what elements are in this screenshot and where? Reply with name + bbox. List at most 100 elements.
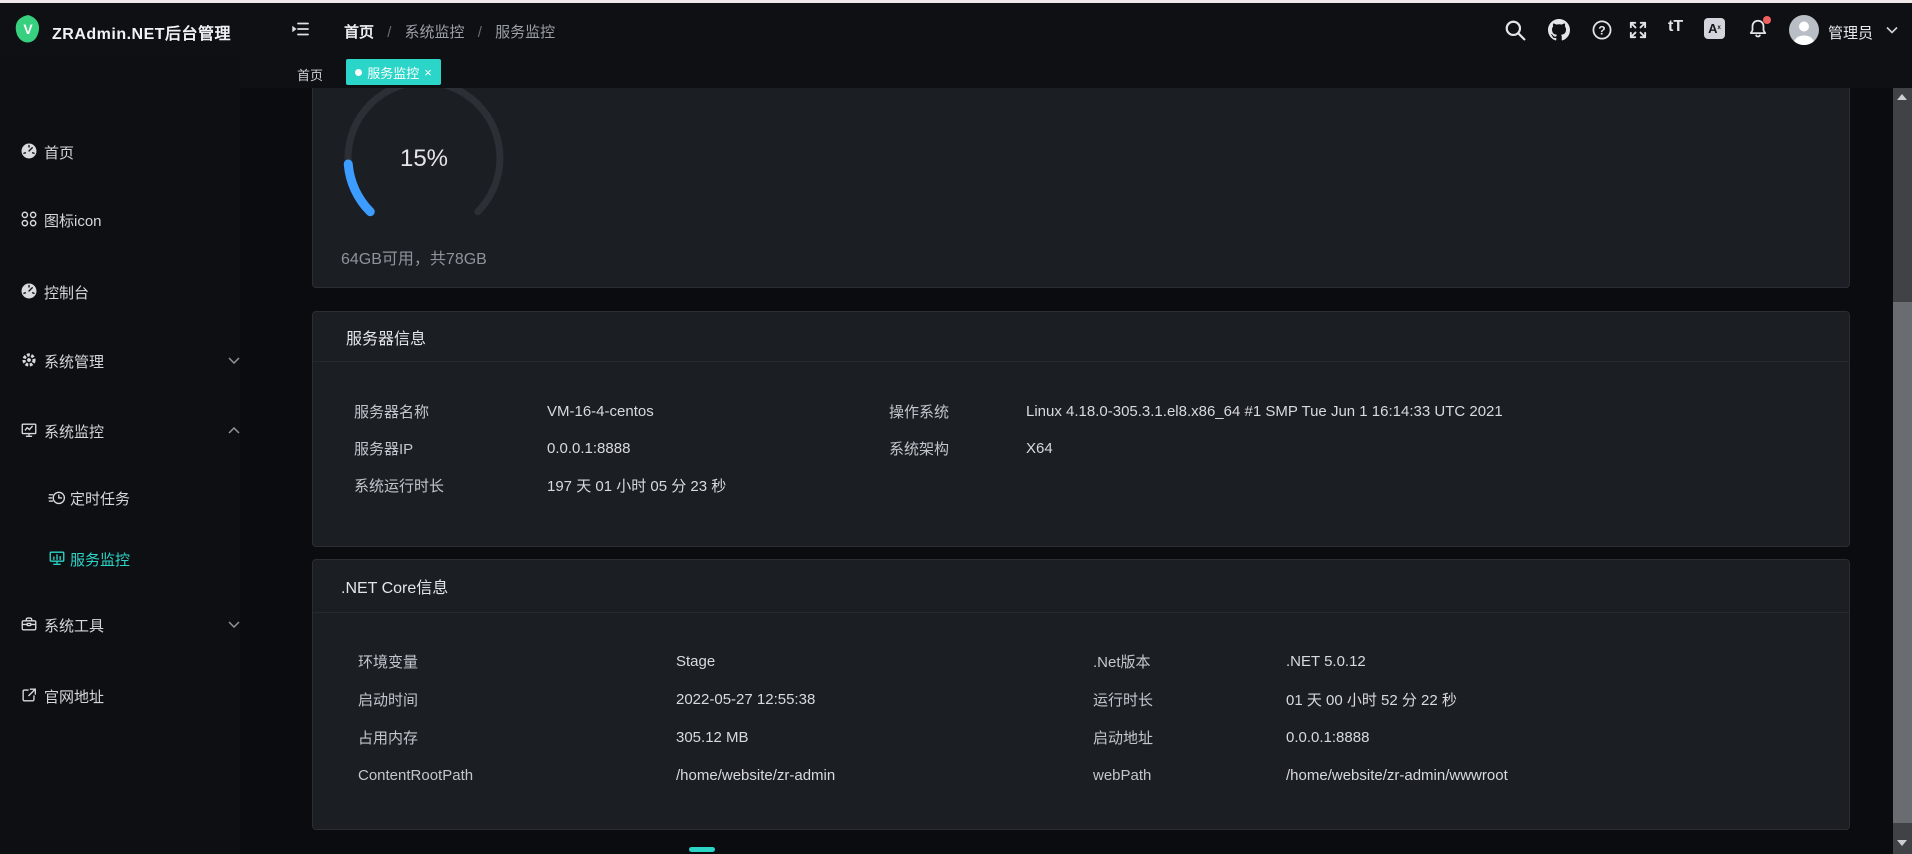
server-info-card: 服务器信息 服务器名称 VM-16-4-centos 操作系统 Linux 4.… bbox=[312, 311, 1850, 547]
field-value: X64 bbox=[1026, 440, 1839, 457]
svg-text:?: ? bbox=[1598, 23, 1605, 37]
breadcrumb-separator: / bbox=[478, 24, 482, 41]
server-info-table: 服务器名称 VM-16-4-centos 操作系统 Linux 4.18.0-3… bbox=[313, 362, 1849, 504]
breadcrumb: 首页 / 系统监控 / 服务监控 bbox=[344, 21, 555, 42]
breadcrumb-system-monitor[interactable]: 系统监控 bbox=[405, 24, 465, 41]
sidebar-item-label: 定时任务 bbox=[70, 488, 130, 509]
chevron-down-icon[interactable] bbox=[1886, 26, 1898, 34]
chevron-down-icon bbox=[228, 357, 240, 364]
sidebar-item-label: 控制台 bbox=[44, 282, 89, 303]
field-label: 操作系统 bbox=[889, 401, 1026, 422]
field-label: 启动时间 bbox=[358, 689, 676, 710]
scroll-down-arrow-icon[interactable] bbox=[1897, 840, 1907, 846]
avatar[interactable] bbox=[1789, 15, 1819, 45]
tab-service-monitor[interactable]: 服务监控 × bbox=[346, 59, 441, 85]
github-icon[interactable] bbox=[1548, 19, 1570, 41]
monitor-chart-icon bbox=[20, 421, 38, 439]
sidebar-item-label: 官网地址 bbox=[44, 686, 104, 707]
sidebar-item-system-manage[interactable]: 系统管理 bbox=[0, 345, 240, 375]
field-value: 0.0.0.1:8888 bbox=[1286, 729, 1839, 746]
notification-badge bbox=[1763, 16, 1771, 24]
field-value: 2022-05-27 12:55:38 bbox=[676, 691, 1093, 708]
tab-home[interactable]: 首页 bbox=[297, 65, 323, 84]
toolbox-icon bbox=[20, 615, 38, 633]
sidebar-item-label: 图标icon bbox=[44, 210, 102, 231]
sidebar-item-console[interactable]: 控制台 bbox=[0, 276, 240, 306]
field-value: Stage bbox=[676, 653, 1093, 670]
translate-icon[interactable]: A bbox=[1704, 18, 1725, 39]
tab-close-icon[interactable]: × bbox=[424, 66, 432, 79]
app-title: ZRAdmin.NET后台管理 bbox=[52, 20, 231, 44]
breadcrumb-separator: / bbox=[387, 24, 391, 41]
field-label: 启动地址 bbox=[1093, 727, 1286, 748]
field-value: 01 天 00 小时 52 分 22 秒 bbox=[1286, 689, 1839, 710]
breadcrumb-service-monitor: 服务监控 bbox=[495, 24, 555, 41]
sidebar-item-official-site[interactable]: 官网地址 bbox=[0, 680, 240, 710]
dotnet-info-table: 环境变量 Stage .Net版本 .NET 5.0.12 启动时间 2022-… bbox=[313, 613, 1849, 794]
sidebar-item-label: 系统工具 bbox=[44, 615, 104, 636]
disk-gauge-card: 15% 64GB可用，共78GB bbox=[312, 88, 1850, 288]
field-label: .Net版本 bbox=[1093, 651, 1286, 672]
field-label: 环境变量 bbox=[358, 651, 676, 672]
field-label: 服务器IP bbox=[354, 438, 547, 459]
field-label: ContentRootPath bbox=[358, 767, 676, 784]
logo-letter: V bbox=[12, 13, 44, 45]
field-value: .NET 5.0.12 bbox=[1286, 653, 1839, 670]
font-size-icon[interactable]: tT bbox=[1668, 18, 1683, 36]
field-value: Linux 4.18.0-305.3.1.el8.x86_64 #1 SMP T… bbox=[1026, 403, 1839, 420]
disk-caption: 64GB可用，共78GB bbox=[341, 245, 487, 269]
sidebar-item-label: 服务监控 bbox=[70, 549, 130, 570]
sidebar: 首页 图标icon 控制台 系统管理 bbox=[0, 55, 240, 854]
server-monitor-icon bbox=[48, 549, 66, 567]
field-value: /home/website/zr-admin/wwwroot bbox=[1286, 767, 1839, 784]
active-tab-dot bbox=[355, 69, 362, 76]
field-label: 占用内存 bbox=[358, 727, 676, 748]
person-icon bbox=[1789, 15, 1819, 45]
dotnet-info-card: .NET Core信息 环境变量 Stage .Net版本 .NET 5.0.1… bbox=[312, 559, 1850, 830]
tags-view-bar: 首页 服务监控 × bbox=[240, 55, 1912, 88]
breadcrumb-home[interactable]: 首页 bbox=[344, 24, 374, 41]
timer-icon bbox=[48, 488, 66, 506]
gear-icon bbox=[20, 351, 38, 369]
scroll-up-arrow-icon[interactable] bbox=[1897, 94, 1907, 100]
field-value: 197 天 01 小时 05 分 23 秒 bbox=[547, 475, 889, 496]
card-title: .NET Core信息 bbox=[313, 560, 1849, 613]
sidebar-item-label: 系统监控 bbox=[44, 421, 104, 442]
sidebar-item-system-tools[interactable]: 系统工具 bbox=[0, 609, 240, 639]
field-value: 305.12 MB bbox=[676, 729, 1093, 746]
search-icon[interactable] bbox=[1504, 19, 1526, 41]
vertical-scrollbar-thumb[interactable] bbox=[1893, 302, 1912, 823]
card-title: 服务器信息 bbox=[313, 312, 1849, 362]
header-bar: V ZRAdmin.NET后台管理 首页 / 系统监控 / 服务监控 ? tT … bbox=[0, 3, 1912, 55]
horizontal-scrollbar-thumb[interactable] bbox=[689, 847, 715, 852]
sidebar-item-icons[interactable]: 图标icon bbox=[0, 204, 240, 234]
field-value: 0.0.0.1:8888 bbox=[547, 440, 889, 457]
sidebar-item-system-monitor[interactable]: 系统监控 bbox=[0, 415, 240, 445]
fullscreen-icon[interactable] bbox=[1627, 19, 1649, 41]
notification-bell[interactable] bbox=[1747, 18, 1769, 40]
help-icon[interactable]: ? bbox=[1591, 19, 1613, 41]
chevron-down-icon bbox=[228, 621, 240, 628]
sidebar-item-service-monitor[interactable]: 服务监控 bbox=[0, 543, 240, 573]
sidebar-item-scheduled-tasks[interactable]: 定时任务 bbox=[0, 482, 240, 512]
disk-usage-gauge: 15% bbox=[334, 88, 514, 248]
chevron-up-icon bbox=[228, 427, 240, 434]
field-label: 系统运行时长 bbox=[354, 475, 547, 496]
external-link-icon bbox=[20, 686, 38, 704]
sidebar-item-home[interactable]: 首页 bbox=[0, 136, 240, 166]
field-value: VM-16-4-centos bbox=[547, 403, 889, 420]
gauge-percent-label: 15% bbox=[400, 145, 448, 172]
sidebar-item-label: 首页 bbox=[44, 142, 74, 163]
user-name[interactable]: 管理员 bbox=[1828, 22, 1873, 43]
field-label: 系统架构 bbox=[889, 438, 1026, 459]
field-value: /home/website/zr-admin bbox=[676, 767, 1093, 784]
field-label: 运行时长 bbox=[1093, 689, 1286, 710]
console-gauge-icon bbox=[20, 282, 38, 300]
icons-grid-icon bbox=[20, 210, 38, 228]
sidebar-item-label: 系统管理 bbox=[44, 351, 104, 372]
dashboard-icon bbox=[20, 142, 38, 160]
app-logo[interactable]: V bbox=[12, 13, 44, 45]
field-label: webPath bbox=[1093, 767, 1286, 784]
tab-label: 服务监控 bbox=[367, 63, 419, 82]
sidebar-fold-icon[interactable] bbox=[290, 19, 310, 39]
